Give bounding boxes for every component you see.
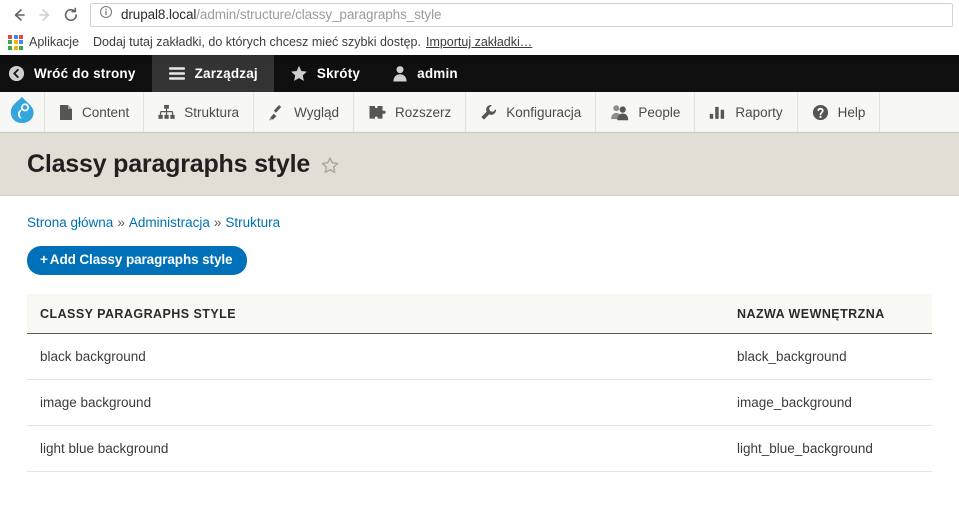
browser-nav-bar: drupal8.local/admin/structure/classy_par… <box>0 0 959 29</box>
toolbar-label-user: admin <box>417 66 458 81</box>
star-outline-icon[interactable] <box>320 156 340 176</box>
cell-style-label: light blue background <box>27 425 724 472</box>
table-header-row: Classy paragraphs style Nazwa wewnętrzna <box>27 293 932 334</box>
table-row[interactable]: image background image_background <box>27 379 932 426</box>
add-button-label: Add Classy paragraphs style <box>49 252 233 267</box>
wrench-icon <box>480 104 497 121</box>
cell-style-label: image background <box>27 379 724 426</box>
menu-label-people: People <box>638 104 681 120</box>
admin-menu-bar: Content Struktura Wygląd Rozszerz Konfig… <box>0 92 959 133</box>
classy-paragraphs-style-table: Classy paragraphs style Nazwa wewnętrzna… <box>27 293 932 472</box>
cell-machine-name: image_background <box>724 379 932 426</box>
cell-machine-name: light_blue_background <box>724 425 932 472</box>
question-circle-icon <box>812 104 829 121</box>
menu-label-structure: Struktura <box>184 104 240 120</box>
table-row[interactable]: light blue background light_blue_backgro… <box>27 425 932 472</box>
toolbar-item-manage[interactable]: Zarządzaj <box>151 55 274 92</box>
breadcrumb: Strona główna» Administracja» Struktura <box>27 196 932 230</box>
cell-style-label: black background <box>27 333 724 380</box>
menu-item-configuration[interactable]: Konfiguracja <box>466 92 597 132</box>
menu-label-extend: Rozszerz <box>394 104 452 120</box>
breadcrumb-separator: » <box>213 215 222 230</box>
column-header-machine-name: Nazwa wewnętrzna <box>724 293 932 334</box>
paintbrush-icon <box>268 104 285 121</box>
back-circle-icon <box>8 65 25 82</box>
chrome-divider <box>0 55 959 57</box>
table-body: black background black_background image … <box>27 333 932 472</box>
toolbar-label-shortcuts: Skróty <box>316 66 361 81</box>
drupal-logo[interactable] <box>0 92 45 132</box>
breadcrumb-item-home[interactable]: Strona główna <box>27 215 113 230</box>
address-bar[interactable]: drupal8.local/admin/structure/classy_par… <box>90 2 953 27</box>
column-header-style: Classy paragraphs style <box>27 293 724 334</box>
add-classy-paragraphs-style-button[interactable]: + Add Classy paragraphs style <box>27 246 248 275</box>
breadcrumb-item-administration[interactable]: Administracja <box>129 215 210 230</box>
toolbar-item-user[interactable]: admin <box>376 55 474 92</box>
menu-item-people[interactable]: People <box>596 92 696 132</box>
user-icon <box>392 65 408 82</box>
file-icon <box>59 104 73 121</box>
back-button[interactable] <box>6 2 32 28</box>
table-row[interactable]: black background black_background <box>27 333 932 380</box>
menu-item-help[interactable]: Help <box>798 92 881 132</box>
menu-label-reports: Raporty <box>735 104 783 120</box>
menu-item-content[interactable]: Content <box>45 92 145 132</box>
toolbar-label-manage: Zarządzaj <box>194 66 258 81</box>
reload-button[interactable] <box>58 2 84 28</box>
apps-grid-icon[interactable] <box>8 34 23 50</box>
import-bookmarks-link[interactable]: Importuj zakładki… <box>426 35 532 49</box>
breadcrumb-separator: » <box>117 215 125 230</box>
menu-label-configuration: Konfiguracja <box>506 104 582 120</box>
table-head: Classy paragraphs style Nazwa wewnętrzna <box>27 293 932 334</box>
bookmarks-bar: Aplikacje Dodaj tutaj zakładki, do który… <box>0 29 959 55</box>
puzzle-icon <box>368 104 386 121</box>
plus-icon: + <box>40 252 48 267</box>
menu-label-help: Help <box>837 104 866 120</box>
menu-item-extend[interactable]: Rozszerz <box>354 92 467 132</box>
forward-button[interactable] <box>32 2 58 28</box>
bookmark-apps-label[interactable]: Aplikacje <box>29 35 79 49</box>
menu-label-content: Content <box>82 104 130 120</box>
sitemap-icon <box>158 104 175 120</box>
main-content: Strona główna» Administracja» Struktura + A… <box>0 196 959 472</box>
admin-toolbar: Wróć do strony Zarządzaj Skróty admin <box>0 55 959 92</box>
url-text: drupal8.local/admin/structure/classy_par… <box>121 7 441 22</box>
bookmarks-hint: Dodaj tutaj zakładki, do których chcesz … <box>93 35 421 49</box>
people-icon <box>610 104 629 121</box>
menu-item-appearance[interactable]: Wygląd <box>254 92 354 132</box>
browser-chrome: drupal8.local/admin/structure/classy_par… <box>0 0 959 57</box>
toolbar-label-back-to-site: Wróć do strony <box>34 66 136 81</box>
url-path: /admin/structure/classy_paragraphs_style <box>196 7 442 22</box>
menu-bar-filler <box>880 92 959 132</box>
page-title: Classy paragraphs style <box>27 149 311 178</box>
menu-item-structure[interactable]: Struktura <box>144 92 255 132</box>
page-title-band: Classy paragraphs style <box>0 133 959 196</box>
star-icon <box>290 65 308 82</box>
toolbar-item-back-to-site[interactable]: Wróć do strony <box>0 55 152 92</box>
site-info-icon[interactable] <box>99 5 113 24</box>
menu-label-appearance: Wygląd <box>294 104 339 120</box>
toolbar-item-shortcuts[interactable]: Skróty <box>274 55 376 92</box>
drupal-droplet-icon <box>9 96 35 129</box>
breadcrumb-item-structure[interactable]: Struktura <box>225 215 280 230</box>
url-host: drupal8.local <box>121 7 197 22</box>
menu-item-reports[interactable]: Raporty <box>695 92 798 132</box>
cell-machine-name: black_background <box>724 333 932 380</box>
bar-chart-icon <box>709 104 726 120</box>
hamburger-icon <box>168 66 186 81</box>
